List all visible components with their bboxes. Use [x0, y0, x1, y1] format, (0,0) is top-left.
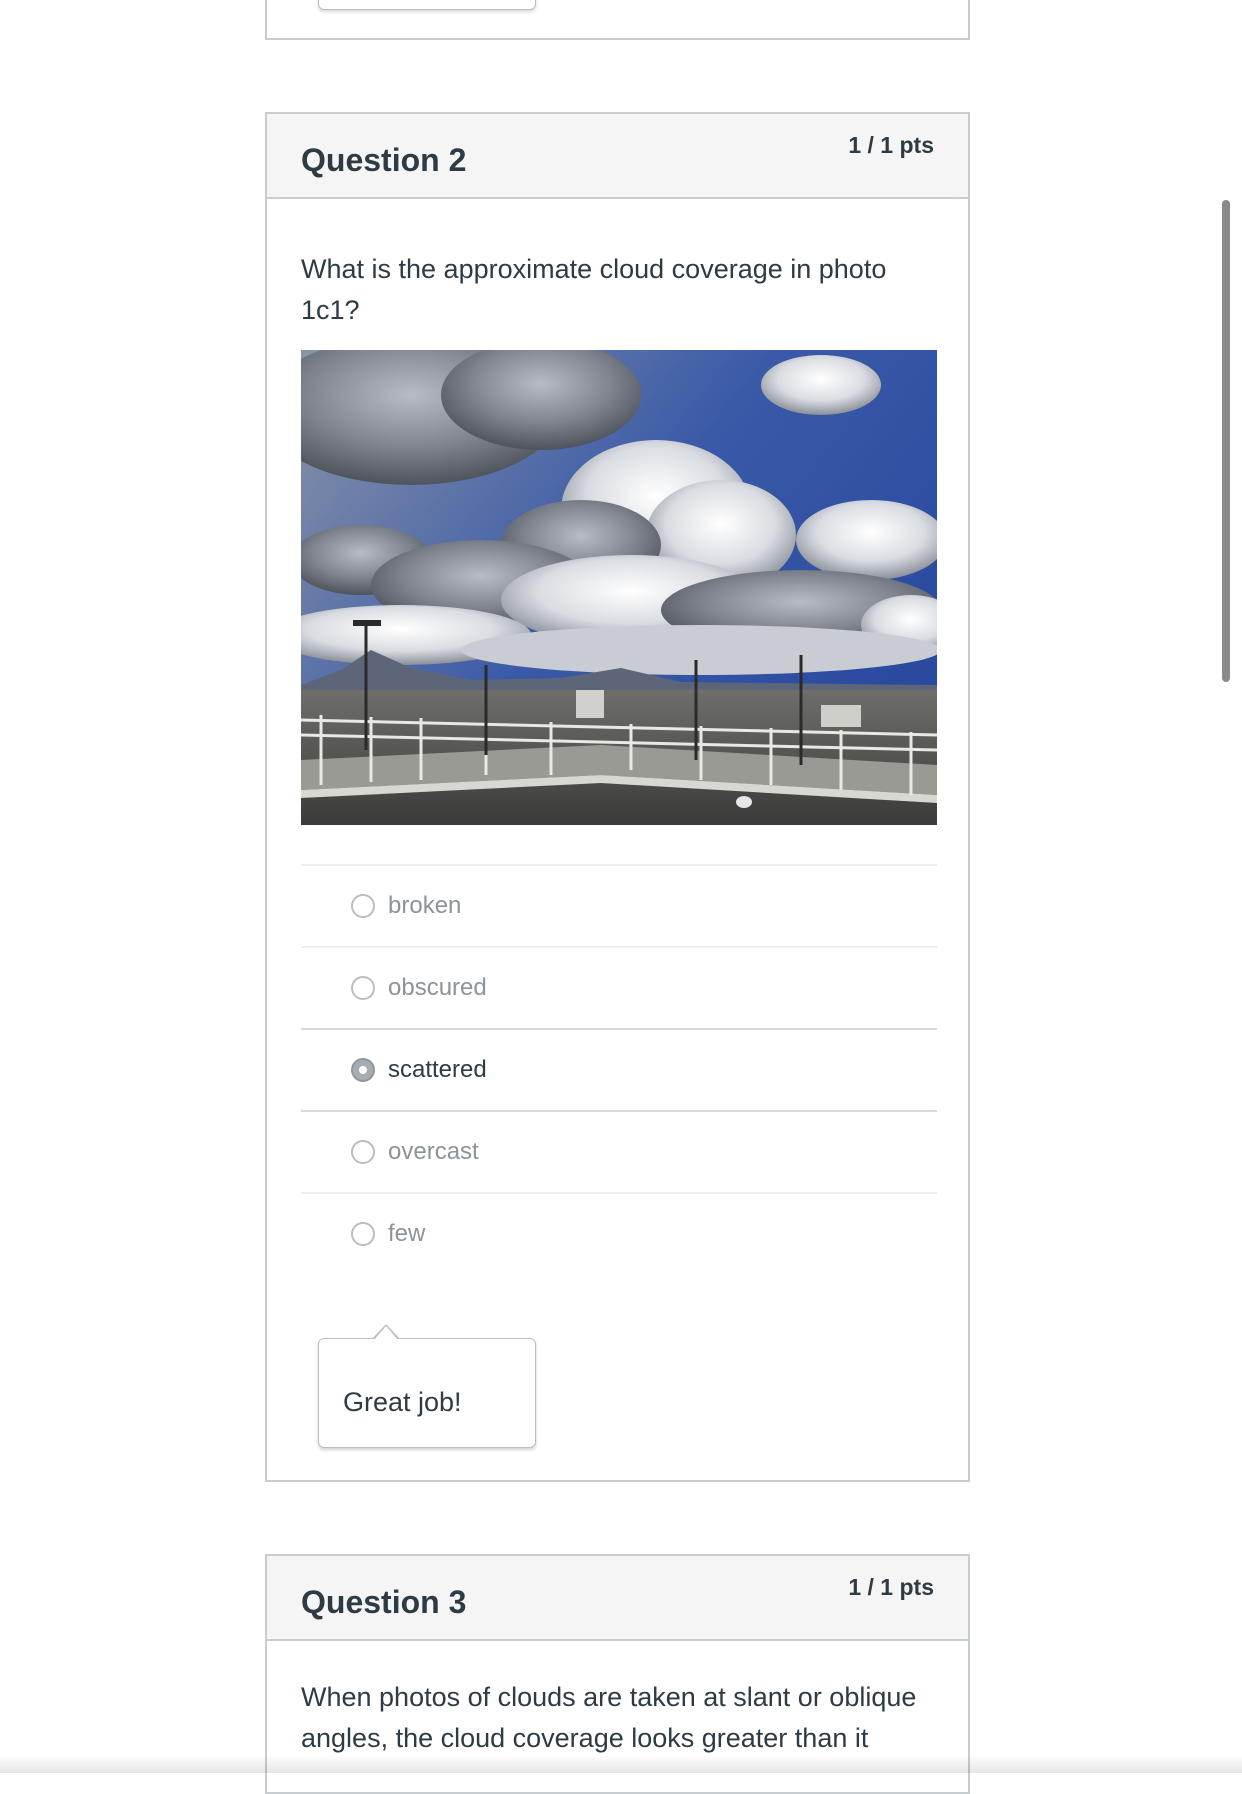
- cloud-photo-image: [301, 350, 937, 825]
- answer-option[interactable]: few: [301, 1192, 937, 1274]
- answer-label: obscured: [388, 974, 487, 1001]
- radio-button[interactable]: [351, 894, 375, 918]
- question-points: 1 / 1 pts: [848, 132, 934, 158]
- answer-option[interactable]: overcast: [301, 1110, 937, 1192]
- answer-label: few: [388, 1220, 426, 1247]
- feedback-text: Great job!: [343, 1387, 462, 1417]
- answer-label: overcast: [388, 1138, 479, 1165]
- answer-option-selected[interactable]: scattered: [301, 1028, 937, 1110]
- question-3-header: Question 3 1 / 1 pts: [267, 1556, 968, 1641]
- answer-list: broken obscured scattered overcast few: [301, 864, 937, 1274]
- answer-option[interactable]: broken: [301, 864, 937, 946]
- feedback-box: Great job!: [318, 1324, 536, 1448]
- question-points: 1 / 1 pts: [848, 1574, 934, 1600]
- question-2-header: Question 2 1 / 1 pts: [267, 114, 968, 199]
- previous-question-box: [265, 0, 970, 40]
- question-2-card: Question 2 1 / 1 pts What is the approxi…: [265, 112, 970, 1482]
- cloud-photo: [301, 350, 937, 825]
- answer-option[interactable]: obscured: [301, 946, 937, 1028]
- answer-label: broken: [388, 892, 462, 919]
- question-text: What is the approximate cloud coverage i…: [301, 254, 887, 325]
- question-title: Question 3: [301, 1584, 467, 1620]
- previous-feedback-box: [318, 0, 536, 10]
- answer-label: scattered: [388, 1056, 487, 1083]
- radio-button[interactable]: [351, 1140, 375, 1164]
- radio-button[interactable]: [351, 976, 375, 1000]
- radio-button[interactable]: [351, 1222, 375, 1246]
- question-title: Question 2: [301, 142, 467, 178]
- bottom-shadow: [0, 1755, 1242, 1773]
- radio-button-selected[interactable]: [351, 1058, 375, 1082]
- question-text: When photos of clouds are taken at slant…: [301, 1682, 917, 1753]
- scrollbar-thumb[interactable]: [1222, 200, 1230, 682]
